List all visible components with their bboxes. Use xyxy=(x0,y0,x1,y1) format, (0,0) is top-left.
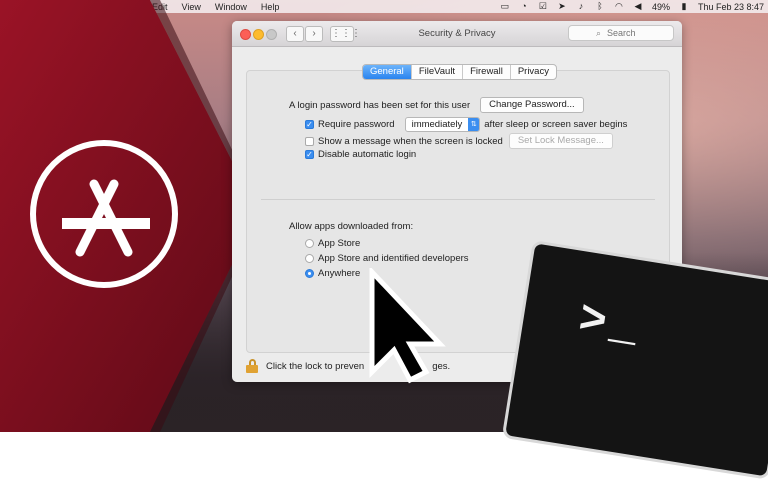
login-text: A login password has been set for this u… xyxy=(289,99,471,111)
anywhere-radio[interactable] xyxy=(305,269,314,278)
menu-help[interactable]: Help xyxy=(261,2,280,12)
search-field[interactable]: ⌕ xyxy=(568,25,674,41)
tab-filevault[interactable]: FileVault xyxy=(410,65,462,79)
option-anywhere[interactable]: Anywhere xyxy=(305,268,360,279)
disable-login-checkbox[interactable]: ✓ xyxy=(305,150,314,159)
terminal-icon: >_ xyxy=(501,240,768,480)
volume-icon[interactable]: ◀ xyxy=(633,2,643,11)
title-bar[interactable]: ‹ › ⋮⋮⋮ Security & Privacy ⌕ xyxy=(232,21,682,47)
option-label: Anywhere xyxy=(318,268,361,279)
tab-general[interactable]: General xyxy=(363,65,411,79)
tab-bar: General FileVault Firewall Privacy xyxy=(362,64,557,80)
location-icon[interactable]: ➤ xyxy=(557,2,567,11)
screen-record-icon[interactable]: ▭ xyxy=(500,2,510,11)
bluetooth-icon[interactable]: ᛒ xyxy=(595,2,605,11)
audio-icon[interactable]: ♪ xyxy=(576,2,586,11)
section-divider xyxy=(261,199,655,200)
app-store-icon xyxy=(62,179,150,257)
terminal-prompt: >_ xyxy=(575,293,646,355)
app-store-banner xyxy=(0,0,262,432)
option-label: App Store and identified developers xyxy=(318,253,469,264)
show-message-checkbox[interactable] xyxy=(305,136,314,146)
option-label: App Store xyxy=(318,238,361,249)
require-password-label: Require password xyxy=(318,119,395,130)
menu-clock[interactable]: Thu Feb 23 8:47 xyxy=(698,2,764,12)
require-password-checkbox[interactable]: ✓ xyxy=(305,120,314,129)
after-sleep-text: after sleep or screen saver begins xyxy=(484,119,628,130)
chevron-updown-icon: ⇅ xyxy=(468,118,480,131)
show-message-label: Show a message when the screen is locked xyxy=(318,135,503,147)
tab-privacy[interactable]: Privacy xyxy=(509,65,556,79)
identified-developers-radio[interactable] xyxy=(305,254,314,263)
login-row: A login password has been set for this u… xyxy=(289,97,584,113)
lock-icon[interactable] xyxy=(246,359,258,373)
require-password-value: immediately xyxy=(411,119,463,130)
change-password-button[interactable]: Change Password... xyxy=(480,97,584,113)
lock-text: Click the lock to preven xyxy=(266,360,365,372)
app-store-radio[interactable] xyxy=(305,239,314,248)
set-lock-message-button[interactable]: Set Lock Message... xyxy=(508,133,613,149)
battery-icon[interactable]: ▮ xyxy=(679,2,689,11)
tab-firewall[interactable]: Firewall xyxy=(462,65,510,79)
require-password-row: ✓ Require password immediately ⇅ after s… xyxy=(305,117,627,132)
message-icon[interactable]: ◔ xyxy=(519,2,529,11)
search-input[interactable] xyxy=(607,27,667,39)
option-app-store[interactable]: App Store xyxy=(305,238,360,249)
battery-percent[interactable]: 49% xyxy=(652,2,670,12)
checkbox-icon[interactable]: ☑ xyxy=(538,2,548,11)
disable-login-row: ✓ Disable automatic login xyxy=(305,149,416,160)
allow-apps-title: Allow apps downloaded from: xyxy=(289,221,414,232)
wifi-icon[interactable]: ◠ xyxy=(614,2,624,11)
search-icon: ⌕ xyxy=(596,28,602,38)
disable-login-label: Disable automatic login xyxy=(318,149,417,160)
require-password-select[interactable]: immediately ⇅ xyxy=(404,117,481,132)
cursor-arrow-icon xyxy=(369,268,446,384)
show-message-row: Show a message when the screen is locked… xyxy=(305,133,613,149)
option-identified[interactable]: App Store and identified developers xyxy=(305,253,469,264)
